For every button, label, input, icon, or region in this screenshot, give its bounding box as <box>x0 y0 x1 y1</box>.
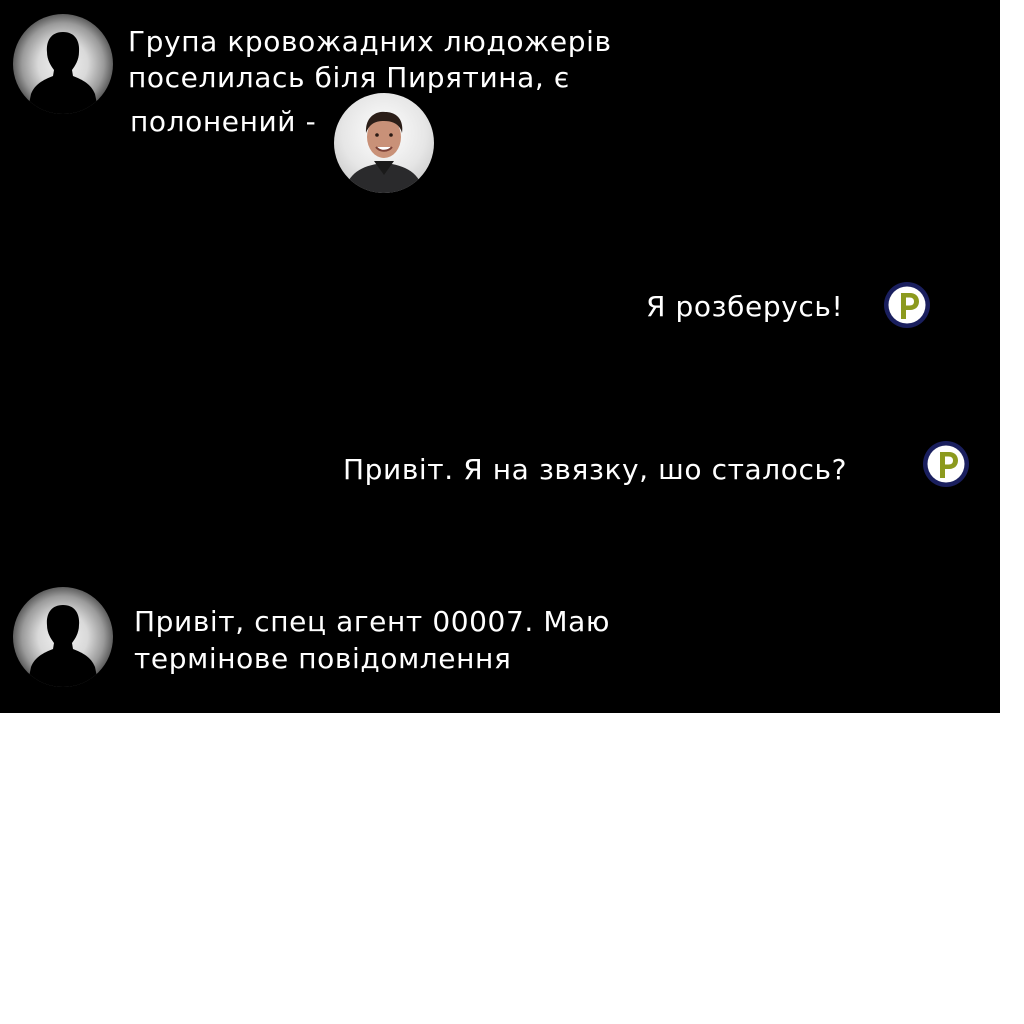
message-1-line-2: поселилась біля Пирятина, є <box>128 61 570 94</box>
sender-avatar-icon <box>13 587 113 687</box>
chat-panel: Група кровожадних людожерів поселилась б… <box>0 0 1000 713</box>
message-3-text: Привіт. Я на звязку, шо сталось? <box>343 453 848 486</box>
message-2-text: Я розберусь! <box>646 290 844 323</box>
agent-badge-icon <box>882 280 932 330</box>
message-4-line-2: термінове повідомлення <box>134 642 512 675</box>
prisoner-photo <box>334 93 434 193</box>
message-1-line-1: Група кровожадних людожерів <box>128 25 612 58</box>
sender-avatar-icon <box>13 14 113 114</box>
message-4-line-1: Привіт, спец агент 00007. Маю <box>134 605 611 638</box>
agent-badge-icon <box>921 439 971 489</box>
message-1-line-3: полонений - <box>130 105 317 138</box>
